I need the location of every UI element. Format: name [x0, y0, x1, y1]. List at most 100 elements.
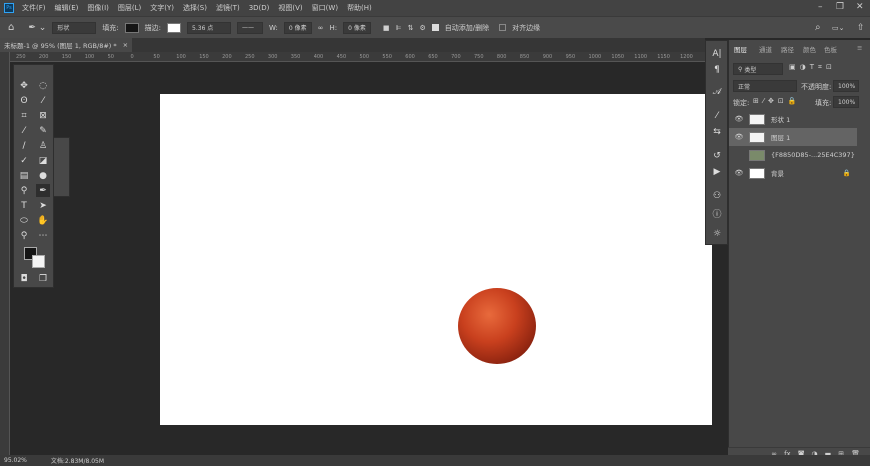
tool-mode-select[interactable]: 形状: [52, 21, 97, 34]
menu-view[interactable]: 视图(V): [278, 3, 302, 13]
gradient-tool-icon[interactable]: ▤: [17, 169, 31, 182]
menu-edit[interactable]: 编辑(E): [55, 3, 79, 13]
screen-mode-icon[interactable]: ❐: [36, 272, 50, 285]
pen-tool-icon[interactable]: ✒: [36, 184, 50, 197]
actions-play-icon[interactable]: ▶: [710, 167, 724, 181]
align-edges-checkbox[interactable]: [499, 24, 507, 31]
lasso-tool-icon[interactable]: ʘ: [17, 94, 31, 107]
menu-file[interactable]: 文件(F): [22, 3, 46, 13]
tab-color[interactable]: 颜色: [803, 44, 816, 54]
ellipse-tool-icon[interactable]: ⬭: [17, 214, 31, 227]
brush-settings-icon[interactable]: ⁄: [710, 111, 724, 125]
stroke-width-field[interactable]: 5.36 点: [187, 21, 232, 34]
layer-row[interactable]: {F8850D85-...25E4C397}: [729, 146, 857, 164]
search-icon[interactable]: ⌕: [815, 22, 821, 33]
restore-icon[interactable]: ❐: [836, 2, 844, 12]
adjustments-icon[interactable]: ⇆: [710, 127, 724, 141]
properties-icon[interactable]: ⚇: [710, 191, 724, 205]
quick-mask-icon[interactable]: ◘: [17, 272, 31, 285]
home-icon[interactable]: ⌂: [8, 22, 14, 33]
learn-icon[interactable]: ☼: [710, 229, 724, 243]
link-icon[interactable]: ∞: [318, 24, 324, 32]
auto-add-delete-checkbox[interactable]: [431, 24, 439, 31]
healing-brush-icon[interactable]: ✎: [36, 124, 50, 137]
menu-select[interactable]: 选择(S): [183, 3, 207, 13]
share-icon[interactable]: ⇧: [857, 23, 865, 33]
height-field[interactable]: 0 像素: [343, 21, 371, 34]
info-icon[interactable]: ⓘ: [710, 207, 724, 221]
menu-filter[interactable]: 滤镜(T): [216, 3, 240, 13]
crop-tool-icon[interactable]: ⌗: [17, 109, 31, 122]
layer-row-selected[interactable]: 👁 图层 1: [729, 128, 857, 146]
stroke-type-select[interactable]: ——: [237, 21, 264, 34]
blend-mode-select[interactable]: 正常: [733, 80, 797, 92]
hand-tool-icon[interactable]: ✋: [36, 214, 50, 227]
more-tools-icon[interactable]: ⋯: [36, 229, 50, 242]
eraser-icon[interactable]: ◪: [36, 154, 50, 167]
ruler-tick-label: 50: [153, 54, 160, 60]
ruler-tick-label: 250: [16, 54, 26, 60]
magic-wand-icon[interactable]: ⁄: [36, 94, 50, 107]
path-arrangement-icon[interactable]: ⇅: [408, 24, 414, 32]
zoom-level[interactable]: 95.02%: [4, 457, 27, 464]
fill-swatch[interactable]: [124, 22, 139, 33]
pen-tool-preset-icon[interactable]: ✒ ⌄: [28, 23, 46, 33]
ruler-tick-label: 100: [84, 54, 95, 60]
background-color-swatch[interactable]: [32, 255, 45, 268]
tab-swatches[interactable]: 色板: [824, 44, 837, 54]
path-alignment-icon[interactable]: ⊫: [395, 24, 401, 32]
layer-row[interactable]: 👁 形状 1: [729, 110, 857, 128]
tab-layers[interactable]: 图层: [734, 44, 747, 54]
workspace-icon[interactable]: ▭⌄: [832, 24, 844, 32]
opacity-field[interactable]: 100%: [833, 80, 859, 92]
fill-field[interactable]: 100%: [833, 96, 859, 108]
close-window-icon[interactable]: ✕: [856, 2, 864, 12]
history-panel-icon[interactable]: ↺: [710, 151, 724, 165]
document-canvas[interactable]: [160, 94, 712, 425]
menu-window[interactable]: 窗口(W): [312, 3, 338, 13]
dodge-tool-icon[interactable]: ⚲: [17, 184, 31, 197]
stroke-swatch[interactable]: [167, 22, 182, 33]
layers-panel: 图层 通道 路径 颜色 色板 ≡ ⚲ 类型 ▣◑T⌗⊡ 正常 不透明度: 100…: [728, 40, 870, 460]
lock-icons[interactable]: ⊞⁄✥⊡🔒: [753, 97, 800, 105]
history-brush-icon[interactable]: ✓: [17, 154, 31, 167]
type-tool-icon[interactable]: T: [17, 199, 31, 212]
zoom-tool-icon[interactable]: ⚲: [17, 229, 31, 242]
ruler-tick-label: 150: [199, 54, 209, 60]
menu-type[interactable]: 文字(Y): [150, 3, 174, 13]
glyphs-panel-icon[interactable]: 𝒜: [710, 87, 724, 101]
menu-layer[interactable]: 图层(L): [118, 3, 141, 13]
gear-icon[interactable]: ⚙: [419, 24, 425, 32]
tab-paths[interactable]: 路径: [781, 44, 794, 54]
ruler-tick-label: 200: [38, 54, 49, 60]
stamp-tool-icon[interactable]: ♙: [36, 139, 50, 152]
eye-icon[interactable]: 👁: [733, 133, 745, 141]
layer-row[interactable]: 👁 背景 🔒: [729, 164, 857, 182]
menu-image[interactable]: 图像(I): [87, 3, 109, 13]
tab-channels[interactable]: 通道: [759, 44, 772, 54]
minimize-icon[interactable]: –: [818, 2, 823, 12]
brush-tool-icon[interactable]: /: [17, 139, 31, 152]
layer-filter-select[interactable]: ⚲ 类型: [733, 63, 783, 75]
filter-icons[interactable]: ▣◑T⌗⊡: [789, 63, 836, 72]
path-selection-icon[interactable]: ➤: [36, 199, 50, 212]
path-operations-icon[interactable]: ■: [383, 24, 390, 32]
fill-label: 填充:: [102, 23, 119, 32]
character-panel-icon[interactable]: A|: [710, 49, 724, 63]
marquee-tool-icon[interactable]: ◌: [36, 79, 50, 92]
eye-icon[interactable]: 👁: [733, 169, 745, 177]
eye-icon[interactable]: 👁: [733, 115, 745, 123]
frame-tool-icon[interactable]: ⊠: [36, 109, 50, 122]
close-tab-icon[interactable]: ×: [123, 41, 128, 49]
eyedropper-icon[interactable]: ⁄: [17, 124, 31, 137]
panel-menu-icon[interactable]: ≡: [857, 44, 862, 52]
blur-tool-icon[interactable]: ●: [36, 169, 50, 182]
paragraph-panel-icon[interactable]: ¶: [710, 65, 724, 79]
align-edges-label: 对齐边缘: [512, 23, 541, 32]
move-tool-icon[interactable]: ✥: [17, 79, 31, 92]
menu-help[interactable]: 帮助(H): [347, 3, 372, 13]
document-tab[interactable]: 未标题-1 @ 95% (图层 1, RGB/8#) * ×: [0, 38, 132, 52]
width-field[interactable]: 0 像素: [283, 21, 312, 34]
tool-subpanel: [53, 137, 70, 197]
menu-3d[interactable]: 3D(D): [249, 4, 270, 12]
